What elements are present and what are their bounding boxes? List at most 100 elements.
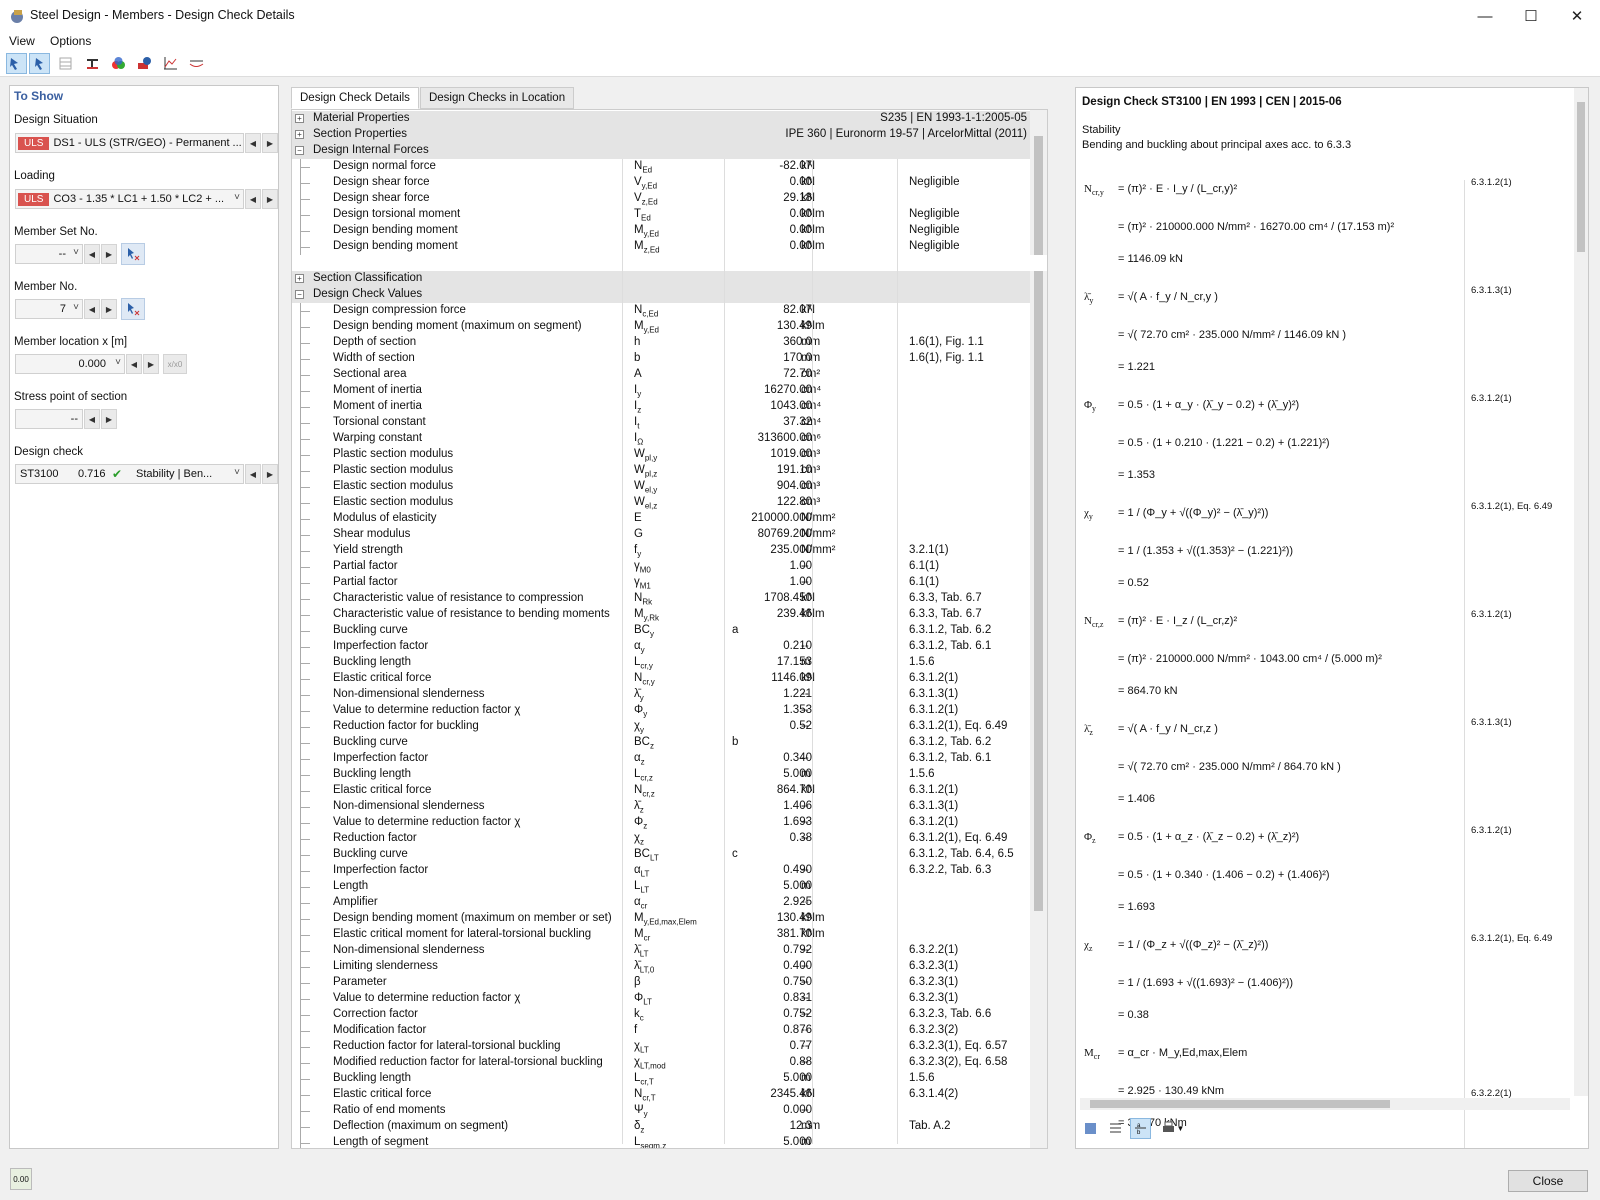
reference-cell: 6.3.2.3(1) [909, 960, 959, 972]
select-button[interactable] [6, 53, 27, 74]
value-cell: 2345.46 [770, 1088, 812, 1100]
section-button[interactable] [82, 53, 103, 74]
value-cell: 0.752 [783, 1008, 812, 1020]
symbol-cell: G [634, 528, 643, 540]
maximize-button[interactable]: ☐ [1508, 0, 1554, 32]
table-button[interactable] [55, 53, 76, 74]
design-check-combo[interactable]: ST3100 0.716 ✔ Stability | Ben... ˅ [15, 464, 244, 484]
decimal-places-button[interactable]: 0.00 [10, 1168, 32, 1190]
group-material-properties[interactable]: + Material Properties S235 | EN 1993-1-1… [292, 111, 1047, 127]
next-member-button[interactable]: ▶ [101, 299, 117, 319]
deflection-button[interactable] [186, 53, 207, 74]
prev-location-button[interactable]: ◀ [126, 354, 142, 374]
relative-location-button[interactable]: x/x0 [163, 354, 187, 374]
collapse-icon[interactable]: − [295, 146, 304, 155]
description-cell: Reduction factor for lateral-torsional b… [333, 1040, 561, 1052]
description-cell: Elastic critical moment for lateral-tors… [333, 928, 592, 940]
tab-design-check-details[interactable]: Design Check Details [291, 87, 419, 109]
reference-cell: 6.3.1.2(1), Eq. 6.49 [909, 720, 1008, 732]
description-cell: Modified reduction factor for lateral-to… [333, 1056, 603, 1068]
formula-expression: = α_cr · M_y,Ed,max,Elem [1118, 1047, 1248, 1059]
collapse-icon[interactable]: − [295, 290, 304, 299]
formula-icon: ab [1135, 1123, 1146, 1136]
reference-cell: 6.3.1.2(1) [909, 784, 959, 796]
group-design-internal-forces[interactable]: − Design Internal Forces [292, 143, 1047, 159]
unit-cell: -- [801, 1040, 809, 1052]
prev-loading-button[interactable]: ◀ [245, 189, 261, 209]
chevron-down-icon: ˅ [115, 357, 121, 368]
description-cell: Width of section [333, 352, 415, 364]
formula-button[interactable]: ab [1130, 1118, 1151, 1139]
formula-scrollbar[interactable] [1574, 88, 1588, 1096]
pick-member-set-button[interactable] [121, 243, 145, 265]
next-member-set-button[interactable]: ▶ [101, 244, 117, 264]
next-loading-button[interactable]: ▶ [262, 189, 278, 209]
color-button[interactable] [108, 53, 129, 74]
formula-result: = 864.70 kN [1118, 685, 1178, 697]
tree-line [300, 855, 310, 856]
formula-substitution: = 0.5 · (1 + 0.340 · (1.406 − 0.2) + (1.… [1118, 869, 1330, 881]
formula-hscrollbar[interactable] [1080, 1098, 1570, 1110]
next-location-button[interactable]: ▶ [143, 354, 159, 374]
prev-situation-button[interactable]: ◀ [245, 133, 261, 153]
member-no-combo[interactable]: 7 ˅ [15, 299, 83, 319]
value-row: Non-dimensional slenderness λ̄y 1.221 -- 6.3… [292, 687, 1047, 703]
symbol-cell: αz [634, 752, 645, 767]
next-situation-button[interactable]: ▶ [262, 133, 278, 153]
group-section-properties[interactable]: + Section Properties IPE 360 | Euronorm … [292, 127, 1047, 143]
tree-line [300, 807, 310, 808]
tree-line [300, 871, 310, 872]
minimize-button[interactable]: — [1462, 0, 1508, 32]
expand-icon[interactable]: + [295, 274, 304, 283]
next-check-button[interactable]: ▶ [262, 464, 278, 484]
loading-combo[interactable]: ULS CO3 - 1.35 * LC1 + 1.50 * LC2 + ... … [15, 189, 244, 209]
unit-cell: m [801, 768, 811, 780]
description-cell: Warping constant [333, 432, 423, 444]
value-row: Imperfection factor αy 0.210 -- 6.3.1.2, Tab… [292, 639, 1047, 655]
relative-location-label: x/x0 [167, 359, 183, 369]
print-button[interactable]: ▼ [1155, 1118, 1189, 1139]
description-cell: Depth of section [333, 336, 417, 348]
expand-icon[interactable]: + [295, 130, 304, 139]
group-summary: IPE 360 | Euronorm 19-57 | ArcelorMittal… [785, 128, 1027, 140]
force-row: Design normal force NEd -82.07 kN [292, 159, 1047, 175]
loading-value: CO3 - 1.35 * LC1 + 1.50 * LC2 + ... [53, 193, 225, 205]
formula-scroll-thumb[interactable] [1577, 102, 1585, 252]
prev-check-button[interactable]: ◀ [245, 464, 261, 484]
prev-member-button[interactable]: ◀ [84, 299, 100, 319]
unit-cell: -- [801, 688, 809, 700]
stress-point-combo[interactable]: -- [15, 409, 83, 429]
value-cell: 864.70 [776, 784, 812, 796]
unit-cell: -- [801, 560, 809, 572]
tab-design-checks-in-location[interactable]: Design Checks in Location [419, 87, 575, 109]
reference-cell: 6.3.1.2, Tab. 6.4, 6.5 [909, 848, 1014, 860]
menu-view[interactable]: View [9, 34, 35, 48]
formula-symbol: χz [1084, 939, 1093, 954]
member-select-button[interactable] [29, 53, 50, 74]
value-row: Buckling length Lcr,z 5.000 m 1.5.6 [292, 767, 1047, 783]
design-situation-combo[interactable]: ULS DS1 - ULS (STR/GEO) - Permanent ... [15, 133, 244, 153]
close-button[interactable]: Close [1508, 1170, 1588, 1192]
group-design-check-values[interactable]: − Design Check Values [292, 287, 1047, 303]
member-set-combo[interactable]: -- ˅ [15, 244, 83, 264]
list-button[interactable] [1105, 1118, 1126, 1139]
uls-badge: ULS [18, 136, 50, 150]
next-stress-button[interactable]: ▶ [101, 409, 117, 429]
value-cell: 130.49 [776, 912, 812, 924]
description-cell: Correction factor [333, 1008, 419, 1020]
tree-line [300, 1015, 310, 1016]
close-window-button[interactable]: ✕ [1554, 0, 1600, 32]
pick-member-button[interactable] [121, 298, 145, 320]
location-combo[interactable]: 0.000 ˅ [15, 354, 125, 374]
formula-hscroll-thumb[interactable] [1090, 1100, 1390, 1108]
options-button[interactable] [1080, 1118, 1101, 1139]
prev-member-set-button[interactable]: ◀ [84, 244, 100, 264]
description-cell: Design shear force [333, 176, 430, 188]
warning-button[interactable] [134, 53, 155, 74]
next-icon: ▶ [105, 249, 113, 259]
expand-icon[interactable]: + [295, 114, 304, 123]
chart-button[interactable] [160, 53, 181, 74]
prev-stress-button[interactable]: ◀ [84, 409, 100, 429]
menu-options[interactable]: Options [50, 34, 91, 48]
group-section-classification[interactable]: + Section Classification [292, 271, 1047, 287]
